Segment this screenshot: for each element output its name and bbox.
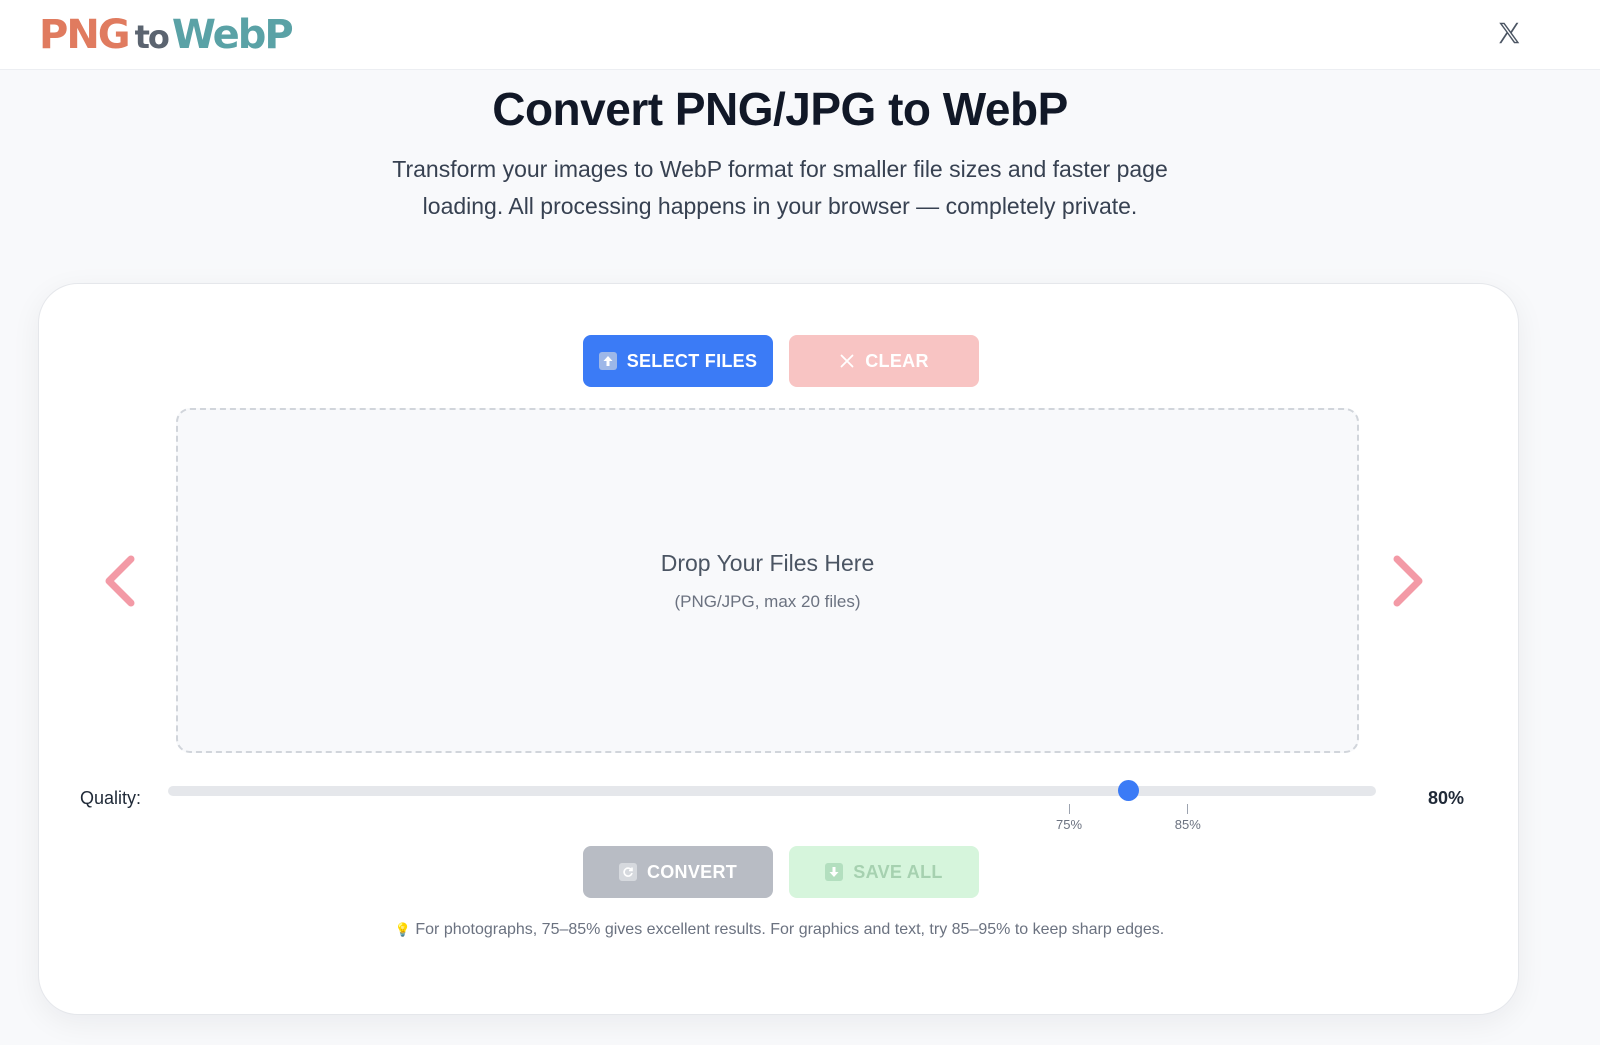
site-header: PNG to WebP <box>0 0 1600 70</box>
previous-arrow-button[interactable] <box>99 551 139 611</box>
next-arrow-button[interactable] <box>1389 551 1429 611</box>
drop-zone-hint: (PNG/JPG, max 20 files) <box>674 592 861 611</box>
quality-value: 80% <box>1427 788 1464 808</box>
select-files-button[interactable]: SELECT FILES <box>583 335 773 387</box>
tick-mark <box>1068 804 1070 814</box>
convert-label: CONVERT <box>646 861 738 882</box>
file-drop-zone[interactable]: Drop Your Files Here (PNG/JPG, max 20 fi… <box>176 408 1359 753</box>
upload-icon <box>598 352 617 370</box>
quality-tip: 💡 For photographs, 75–85% gives excellen… <box>39 921 1520 939</box>
tick-mark <box>1187 804 1189 814</box>
logo-part-to: to <box>134 18 170 56</box>
quality-tip-text: For photographs, 75–85% gives excellent … <box>415 921 1165 938</box>
chevron-left-icon <box>105 555 135 607</box>
logo-part-png: PNG <box>39 12 131 58</box>
quality-slider[interactable] <box>168 780 1376 801</box>
tick-label: 85% <box>1174 817 1201 832</box>
select-files-label: SELECT FILES <box>626 350 758 371</box>
save-all-button[interactable]: SAVE ALL <box>789 846 979 898</box>
quality-tick-85: 85% <box>1168 804 1208 832</box>
page-subtitle: Transform your images to WebP format for… <box>392 156 1168 219</box>
logo-part-webp: WebP <box>171 12 294 58</box>
lightbulb-icon: 💡 <box>394 922 411 937</box>
x-social-link[interactable] <box>1494 18 1524 48</box>
tick-label: 75% <box>1055 817 1083 832</box>
clear-button[interactable]: CLEAR <box>789 335 979 387</box>
convert-button[interactable]: CONVERT <box>583 846 773 898</box>
drop-zone-title: Drop Your Files Here <box>660 550 875 576</box>
download-icon <box>825 863 844 881</box>
quality-slider-thumb[interactable] <box>1118 780 1140 801</box>
quality-tick-75: 75% <box>1049 804 1089 832</box>
site-logo[interactable]: PNG to WebP <box>39 12 294 58</box>
save-all-label: SAVE ALL <box>853 861 943 882</box>
page-title: Convert PNG/JPG to WebP <box>492 83 1068 135</box>
close-icon <box>840 354 854 368</box>
quality-label: Quality: <box>80 788 142 808</box>
converter-card: SELECT FILES CLEAR Drop Your Files Here … <box>38 283 1519 1015</box>
refresh-icon <box>618 863 637 881</box>
x-logo-icon <box>1499 22 1520 44</box>
chevron-right-icon <box>1393 555 1423 607</box>
clear-label: CLEAR <box>865 350 929 371</box>
